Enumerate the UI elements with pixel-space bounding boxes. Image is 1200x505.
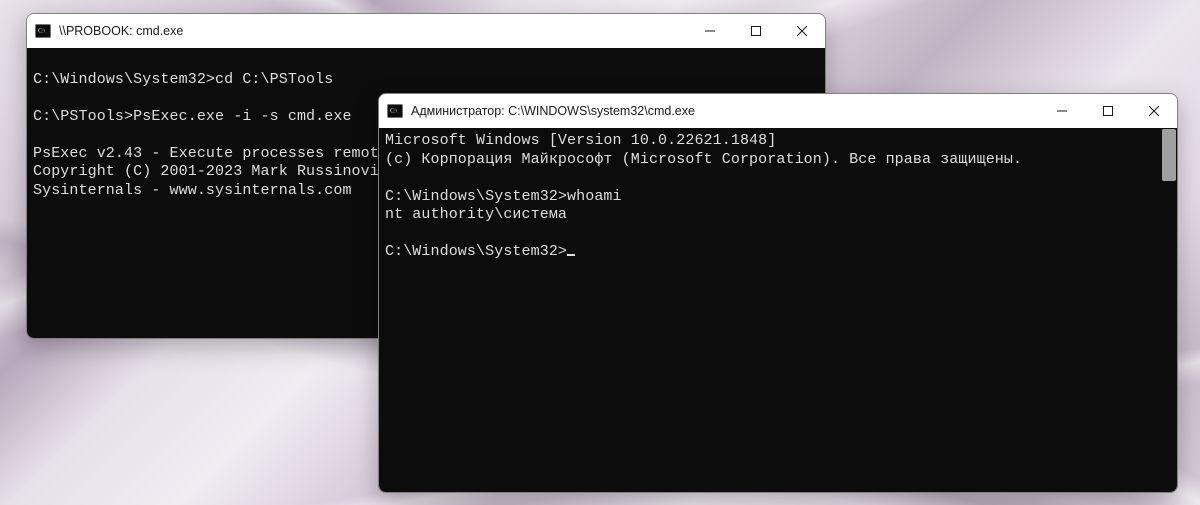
term-line: nt authority\система <box>385 206 567 223</box>
window-title: \\PROBOOK: cmd.exe <box>59 24 183 38</box>
cmd-window-admin[interactable]: C:\ Администратор: C:\WINDOWS\system32\c… <box>378 93 1178 493</box>
term-line: Sysinternals - www.sysinternals.com <box>33 182 352 199</box>
term-line: (c) Корпорация Майкрософт (Microsoft Cor… <box>385 151 1022 168</box>
svg-text:C:\: C:\ <box>38 29 46 35</box>
minimize-button[interactable] <box>687 14 733 48</box>
minimize-button[interactable] <box>1039 94 1085 128</box>
cursor <box>567 254 575 256</box>
term-line: C:\Windows\System32>whoami <box>385 188 622 205</box>
term-line: C:\PSTools>PsExec.exe -i -s cmd.exe <box>33 108 352 125</box>
close-button[interactable] <box>1131 94 1177 128</box>
cmd-icon: C:\ <box>35 23 51 39</box>
term-line: Microsoft Windows [Version 10.0.22621.18… <box>385 132 776 149</box>
scrollbar-thumb[interactable] <box>1162 129 1176 181</box>
term-line: C:\Windows\System32> <box>385 243 567 260</box>
maximize-button[interactable] <box>733 14 779 48</box>
titlebar[interactable]: C:\ Администратор: C:\WINDOWS\system32\c… <box>379 94 1177 128</box>
window-title: Администратор: C:\WINDOWS\system32\cmd.e… <box>411 104 695 118</box>
term-line: C:\Windows\System32>cd C:\PSTools <box>33 71 333 88</box>
svg-text:C:\: C:\ <box>390 109 398 115</box>
term-line: Copyright (C) 2001-2023 Mark Russinovich <box>33 163 397 180</box>
cmd-icon: C:\ <box>387 103 403 119</box>
maximize-button[interactable] <box>1085 94 1131 128</box>
titlebar[interactable]: C:\ \\PROBOOK: cmd.exe <box>27 14 825 48</box>
term-line: PsExec v2.43 - Execute processes remotel… <box>33 145 406 162</box>
close-button[interactable] <box>779 14 825 48</box>
terminal-output[interactable]: Microsoft Windows [Version 10.0.22621.18… <box>379 128 1177 492</box>
